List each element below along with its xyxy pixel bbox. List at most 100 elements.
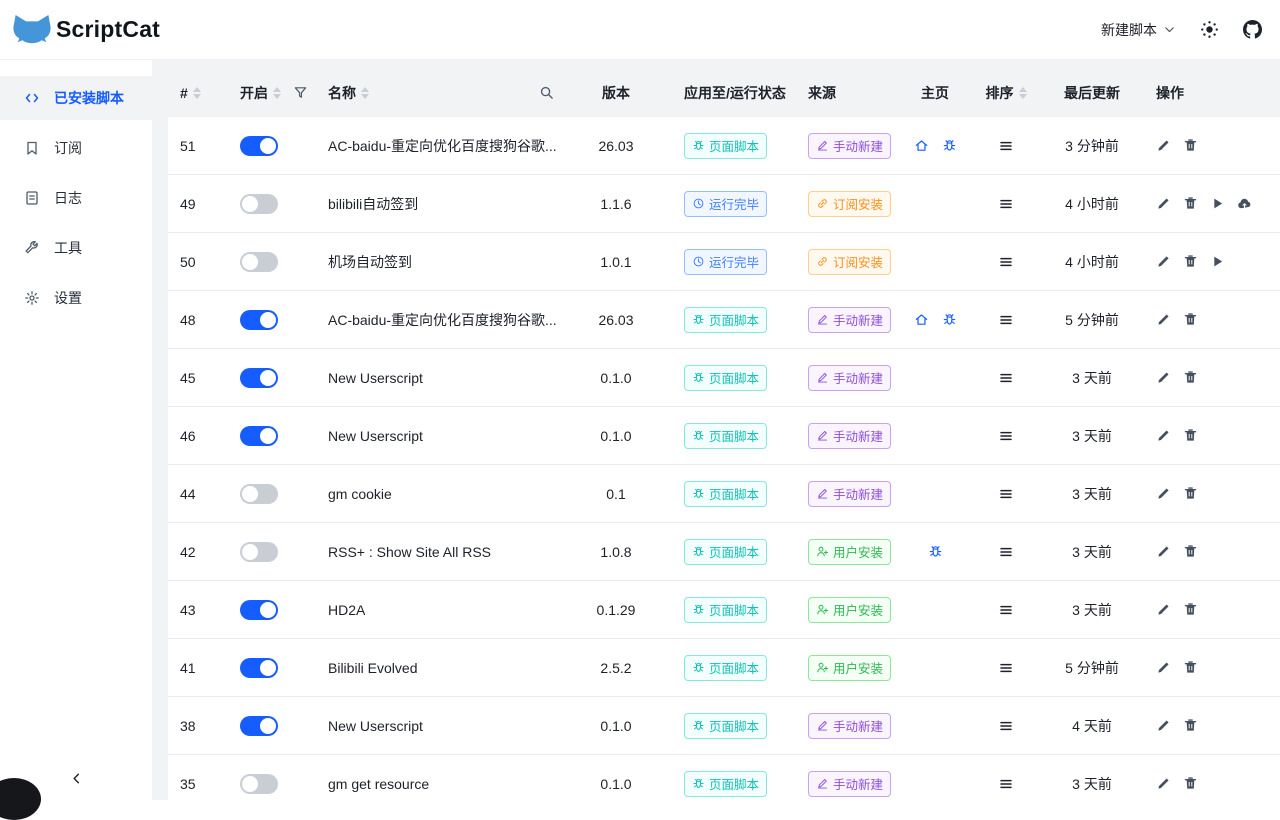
script-name[interactable]: AC-baidu-重定向优化百度搜狗谷歌... [328, 136, 557, 156]
search-icon[interactable] [539, 85, 554, 100]
edit-action-edit-icon[interactable] [1156, 718, 1171, 733]
delete-action-trash-icon[interactable] [1183, 486, 1198, 501]
sort-carets-icon[interactable] [273, 87, 281, 99]
drag-handle-icon[interactable] [998, 776, 1014, 792]
script-name[interactable]: RSS+ : Show Site All RSS [328, 544, 491, 560]
sort-carets-icon[interactable] [361, 87, 369, 99]
user-add-icon [816, 603, 829, 616]
sort-carets-icon[interactable] [1019, 87, 1027, 99]
drag-handle-icon[interactable] [998, 602, 1014, 618]
col-header-enable[interactable]: 开启 [228, 83, 316, 103]
github-icon[interactable] [1243, 20, 1262, 39]
script-name[interactable]: HD2A [328, 602, 365, 618]
script-name[interactable]: New Userscript [328, 718, 423, 734]
edit-action-edit-icon[interactable] [1156, 660, 1171, 675]
filter-icon[interactable] [293, 85, 308, 100]
theme-auto-icon[interactable] [1200, 20, 1219, 39]
sidebar-item[interactable]: 设置 [0, 276, 152, 320]
bookmark-icon [24, 140, 40, 156]
delete-action-trash-icon[interactable] [1183, 312, 1198, 327]
sidebar-item[interactable]: 日志 [0, 176, 152, 220]
enable-toggle[interactable] [240, 426, 278, 446]
script-name[interactable]: New Userscript [328, 370, 423, 386]
enable-toggle[interactable] [240, 658, 278, 678]
col-header-sort[interactable]: 排序 [968, 83, 1044, 103]
edit-action-edit-icon[interactable] [1156, 486, 1171, 501]
enable-toggle[interactable] [240, 600, 278, 620]
sidebar-nav: 已安装脚本订阅日志工具设置 [0, 60, 152, 320]
sidebar-item[interactable]: 订阅 [0, 126, 152, 170]
edit-action-edit-icon[interactable] [1156, 254, 1171, 269]
sidebar-collapse-button[interactable] [69, 771, 84, 786]
drag-handle-icon[interactable] [998, 254, 1014, 270]
enable-toggle[interactable] [240, 310, 278, 330]
cloud-upload-action-cloud-upload-icon[interactable] [1237, 196, 1252, 211]
homepage-home-icon[interactable] [914, 138, 929, 153]
script-version: 0.1.0 [568, 370, 664, 386]
enable-toggle[interactable] [240, 774, 278, 794]
homepage-bug-icon[interactable] [928, 544, 943, 559]
source-badge: 手动新建 [808, 771, 891, 797]
edit-action-edit-icon[interactable] [1156, 428, 1171, 443]
source-badge: 用户安装 [808, 539, 891, 565]
delete-action-trash-icon[interactable] [1183, 544, 1198, 559]
enable-toggle[interactable] [240, 484, 278, 504]
sidebar-item[interactable]: 已安装脚本 [0, 76, 152, 120]
homepage-bug-icon[interactable] [942, 138, 957, 153]
col-header-index[interactable]: # [168, 85, 228, 101]
delete-action-trash-icon[interactable] [1183, 254, 1198, 269]
drag-handle-icon[interactable] [998, 312, 1014, 328]
edit-action-edit-icon[interactable] [1156, 312, 1171, 327]
enable-toggle[interactable] [240, 716, 278, 736]
script-name[interactable]: New Userscript [328, 428, 423, 444]
row-index: 38 [168, 718, 228, 734]
drag-handle-icon[interactable] [998, 370, 1014, 386]
sidebar-item[interactable]: 工具 [0, 226, 152, 270]
drag-handle-icon[interactable] [998, 428, 1014, 444]
delete-action-trash-icon[interactable] [1183, 196, 1198, 211]
homepage-bug-icon[interactable] [942, 312, 957, 327]
script-name[interactable]: AC-baidu-重定向优化百度搜狗谷歌... [328, 310, 557, 330]
play-action-play-icon[interactable] [1210, 254, 1225, 269]
script-name[interactable]: gm get resource [328, 776, 429, 792]
delete-action-trash-icon[interactable] [1183, 718, 1198, 733]
delete-action-trash-icon[interactable] [1183, 602, 1198, 617]
edit-action-edit-icon[interactable] [1156, 602, 1171, 617]
edit-action-edit-icon[interactable] [1156, 138, 1171, 153]
script-name[interactable]: Bilibili Evolved [328, 660, 417, 676]
new-script-button[interactable]: 新建脚本 [1101, 20, 1176, 40]
enable-toggle[interactable] [240, 136, 278, 156]
enable-toggle[interactable] [240, 542, 278, 562]
drag-handle-icon[interactable] [998, 718, 1014, 734]
edit-action-edit-icon[interactable] [1156, 544, 1171, 559]
delete-action-trash-icon[interactable] [1183, 660, 1198, 675]
pencil-line-icon [816, 487, 829, 500]
bug-icon [692, 661, 705, 674]
enable-toggle[interactable] [240, 252, 278, 272]
drag-handle-icon[interactable] [998, 486, 1014, 502]
edit-action-edit-icon[interactable] [1156, 776, 1171, 791]
enable-toggle[interactable] [240, 194, 278, 214]
edit-action-edit-icon[interactable] [1156, 196, 1171, 211]
drag-handle-icon[interactable] [998, 660, 1014, 676]
homepage-home-icon[interactable] [914, 312, 929, 327]
sort-carets-icon[interactable] [193, 87, 201, 99]
script-name[interactable]: bilibili自动签到 [328, 194, 418, 214]
enable-toggle[interactable] [240, 368, 278, 388]
drag-handle-icon[interactable] [998, 544, 1014, 560]
script-name[interactable]: 机场自动签到 [328, 252, 412, 272]
pencil-line-icon [816, 429, 829, 442]
row-index: 48 [168, 312, 228, 328]
edit-action-edit-icon[interactable] [1156, 370, 1171, 385]
delete-action-trash-icon[interactable] [1183, 428, 1198, 443]
sidebar-item-label: 设置 [54, 288, 82, 308]
delete-action-trash-icon[interactable] [1183, 370, 1198, 385]
script-version: 2.5.2 [568, 660, 664, 676]
script-name[interactable]: gm cookie [328, 486, 392, 502]
col-header-name[interactable]: 名称 [316, 83, 568, 103]
delete-action-trash-icon[interactable] [1183, 138, 1198, 153]
play-action-play-icon[interactable] [1210, 196, 1225, 211]
drag-handle-icon[interactable] [998, 138, 1014, 154]
delete-action-trash-icon[interactable] [1183, 776, 1198, 791]
drag-handle-icon[interactable] [998, 196, 1014, 212]
